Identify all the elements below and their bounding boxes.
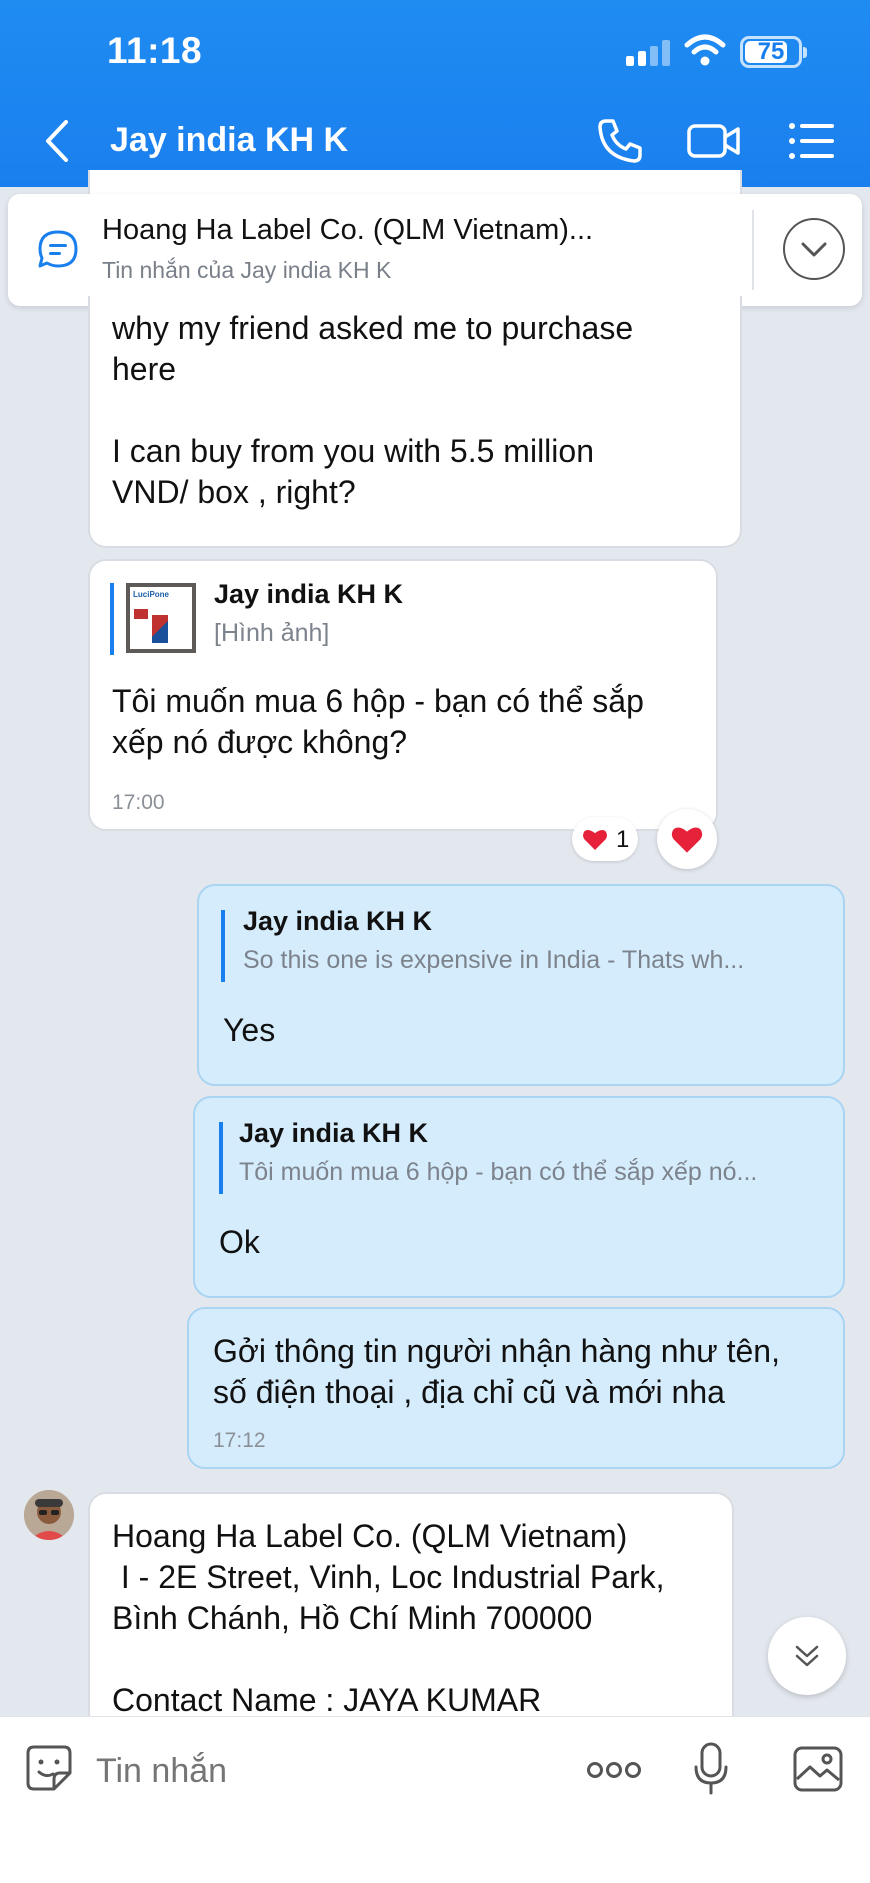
microphone-icon[interactable] xyxy=(693,1741,729,1797)
quote-preview: Tôi muốn mua 6 hộp - bạn có thể sắp xếp … xyxy=(239,1158,758,1186)
message-outgoing[interactable]: Jay india KH K Tôi muốn mua 6 hộp - bạn … xyxy=(193,1096,845,1298)
message-composer xyxy=(0,1716,870,1883)
message-outgoing[interactable]: Gởi thông tin người nhận hàng như tên, s… xyxy=(187,1307,845,1469)
battery-percent: 75 xyxy=(757,38,785,65)
sticker-icon[interactable] xyxy=(24,1743,74,1793)
chat-bubble-icon xyxy=(38,230,78,268)
message-outgoing[interactable]: Jay india KH K So this one is expensive … xyxy=(197,884,845,1086)
image-gallery-icon[interactable] xyxy=(792,1745,844,1793)
phone-icon[interactable] xyxy=(594,115,646,167)
message-time: 17:12 xyxy=(213,1429,266,1452)
message-text: Yes xyxy=(223,1012,276,1048)
status-time: 11:18 xyxy=(107,30,203,71)
pinned-message-bar[interactable]: Hoang Ha Label Co. (QLM Vietnam)... Tin … xyxy=(8,194,862,306)
message-line: Contact Name : JAYA KUMAR xyxy=(112,1682,542,1718)
battery-indicator: 75 xyxy=(740,36,807,68)
reaction-summary[interactable]: 1 xyxy=(572,817,638,861)
message-line: Gởi thông tin người nhận hàng như tên, xyxy=(213,1333,780,1369)
more-options-icon[interactable] xyxy=(586,1760,642,1780)
quote-author: Jay india KH K xyxy=(243,906,433,936)
message-text: Ok xyxy=(219,1224,260,1260)
message-line: Hoang Ha Label Co. (QLM Vietnam) xyxy=(112,1518,628,1554)
thumbnail-label: LuciPone xyxy=(133,590,170,599)
message-line: why my friend asked me to purchase xyxy=(112,310,634,346)
signal-icon xyxy=(626,40,672,66)
expand-pinned-button[interactable] xyxy=(783,218,845,280)
video-icon[interactable] xyxy=(686,115,742,167)
quote-preview: So this one is expensive in India - That… xyxy=(243,946,745,974)
message-incoming[interactable]: why my friend asked me to purchase here … xyxy=(88,296,742,548)
chevron-down-icon xyxy=(801,242,827,257)
message-line: I can buy from you with 5.5 million xyxy=(112,433,594,469)
double-chevron-down-icon xyxy=(795,1645,819,1667)
heart-icon xyxy=(582,829,608,850)
wifi-icon xyxy=(684,34,726,66)
quote-author: Jay india KH K xyxy=(214,579,404,609)
message-line: VND/ box , right? xyxy=(112,474,356,510)
chat-title[interactable]: Jay india KH K xyxy=(110,121,348,160)
menu-icon[interactable] xyxy=(786,115,838,167)
message-line: số điện thoại , địa chỉ cũ và mới nha xyxy=(213,1374,725,1410)
pinned-subtitle: Tin nhắn của Jay india KH K xyxy=(102,257,392,283)
chat-header: 11:18 75 Jay india KH K xyxy=(0,0,870,187)
quote-preview: [Hình ảnh] xyxy=(214,619,330,647)
message-incoming[interactable]: Hoang Ha Label Co. (QLM Vietnam) I - 2E … xyxy=(88,1492,734,1732)
message-line: xếp nó được không? xyxy=(112,724,408,760)
reaction-count: 1 xyxy=(616,826,630,853)
avatar[interactable] xyxy=(24,1490,74,1540)
message-time: 17:00 xyxy=(112,791,165,814)
image-thumbnail[interactable]: LuciPone xyxy=(126,583,196,653)
pinned-title: Hoang Ha Label Co. (QLM Vietnam)... xyxy=(102,214,594,246)
quoted-message[interactable]: Jay india KH K Tôi muốn mua 6 hộp - bạn … xyxy=(219,1118,819,1194)
heart-icon xyxy=(671,827,703,853)
avatar-image xyxy=(24,1490,74,1540)
quoted-message[interactable]: LuciPone Jay india KH K [Hình ảnh] xyxy=(110,579,670,655)
message-input[interactable] xyxy=(96,1743,556,1799)
message-incoming[interactable]: LuciPone Jay india KH K [Hình ảnh] Tôi m… xyxy=(88,559,718,831)
message-line: here xyxy=(112,351,177,387)
message-line: Tôi muốn mua 6 hộp - bạn có thể sắp xyxy=(112,683,644,719)
scroll-to-bottom-button[interactable] xyxy=(768,1617,846,1695)
message-line: I - 2E Street, Vinh, Loc Industrial Park… xyxy=(112,1559,665,1595)
react-button[interactable] xyxy=(657,809,717,869)
message-line: Bình Chánh, Hồ Chí Minh 700000 xyxy=(112,1600,593,1636)
back-icon[interactable] xyxy=(38,118,78,164)
divider xyxy=(752,210,754,290)
quoted-message[interactable]: Jay india KH K So this one is expensive … xyxy=(221,906,821,982)
quote-author: Jay india KH K xyxy=(239,1118,429,1148)
